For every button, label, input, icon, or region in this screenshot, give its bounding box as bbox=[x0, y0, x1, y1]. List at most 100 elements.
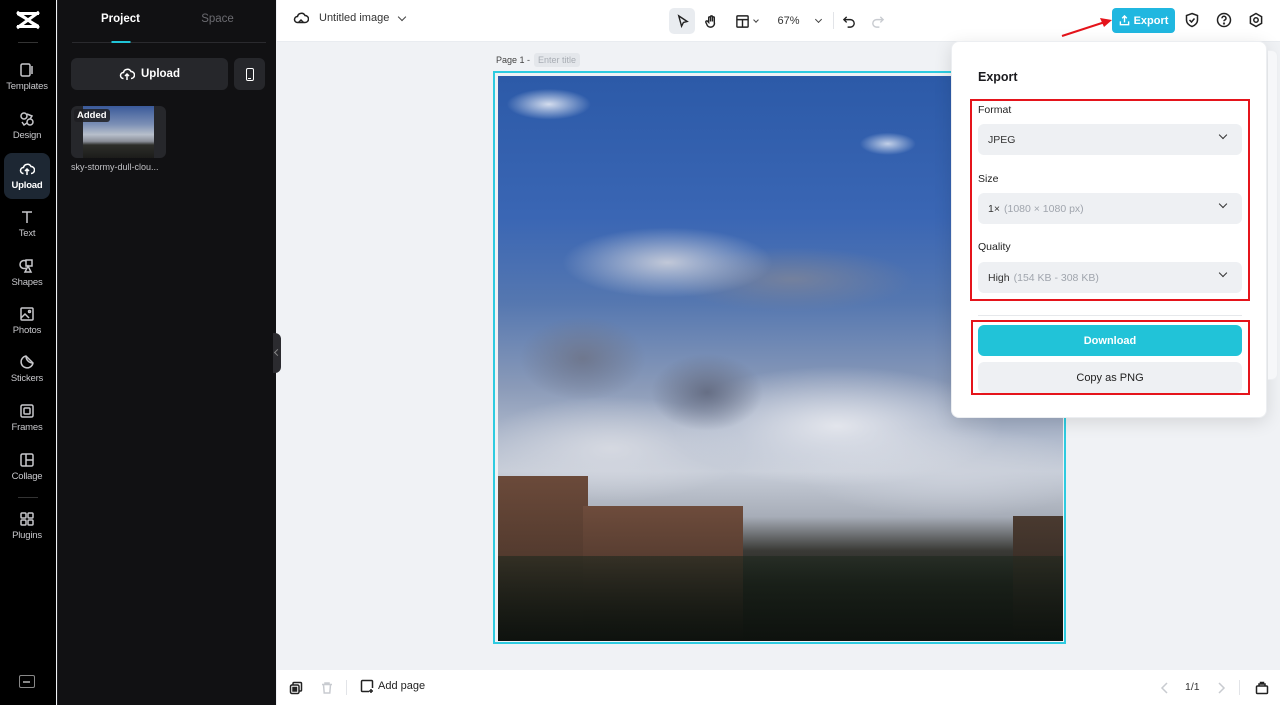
hand-icon bbox=[704, 14, 715, 28]
document-title-dropdown[interactable]: Untitled image bbox=[293, 11, 407, 25]
upload-cloud-icon bbox=[19, 163, 35, 175]
collapse-panel-handle[interactable] bbox=[273, 333, 281, 373]
duplicate-page-button[interactable] bbox=[288, 680, 304, 696]
rail-item-label: Photos bbox=[12, 325, 42, 336]
asset-thumbnail[interactable]: Added bbox=[71, 106, 166, 158]
help-button[interactable] bbox=[1215, 11, 1233, 29]
tab-space[interactable]: Space bbox=[169, 0, 266, 42]
layout-menu-button[interactable] bbox=[731, 8, 761, 34]
size-select[interactable]: 1× (1080 × 1080 px) bbox=[978, 193, 1242, 224]
rail-item-label: Collage bbox=[11, 471, 43, 482]
hand-tool-button[interactable] bbox=[699, 8, 723, 34]
shapes-icon bbox=[19, 259, 33, 273]
select-tool-button[interactable] bbox=[669, 8, 695, 34]
phone-icon bbox=[245, 67, 254, 81]
format-select[interactable]: JPEG bbox=[978, 124, 1242, 155]
quality-label: Quality bbox=[978, 241, 1011, 253]
upload-button[interactable]: Upload bbox=[71, 58, 228, 90]
side-panel: Project Space Upload Added sky-stormy-du… bbox=[57, 0, 276, 705]
upload-from-phone-button[interactable] bbox=[234, 58, 265, 90]
undo-button[interactable] bbox=[838, 8, 860, 34]
rail-item-label: Shapes bbox=[11, 277, 43, 288]
page-title-input[interactable]: Enter title bbox=[534, 53, 581, 67]
export-button[interactable]: Export bbox=[1112, 8, 1175, 33]
chevron-down-icon bbox=[814, 15, 822, 24]
rail-item-collage[interactable]: Collage bbox=[4, 444, 50, 490]
rail-divider bbox=[18, 497, 38, 498]
chevron-left-icon bbox=[1160, 682, 1168, 694]
rail-item-label: Upload bbox=[11, 180, 43, 191]
plugins-icon bbox=[20, 512, 34, 526]
chevron-down-icon bbox=[1218, 130, 1228, 140]
quality-value: High bbox=[988, 271, 1010, 284]
design-icon bbox=[20, 112, 34, 127]
undo-icon bbox=[842, 15, 855, 28]
export-title: Export bbox=[978, 70, 1018, 84]
rail-item-shapes[interactable]: Shapes bbox=[4, 250, 50, 296]
rail-item-label: Stickers bbox=[10, 373, 44, 384]
rail-item-plugins[interactable]: Plugins bbox=[4, 503, 50, 549]
chevron-down-icon bbox=[752, 16, 759, 23]
page-indicator: 1/1 bbox=[1185, 681, 1200, 693]
delete-page-button[interactable] bbox=[319, 680, 335, 696]
annotation-arrow bbox=[1061, 18, 1112, 37]
tab-project[interactable]: Project bbox=[72, 0, 169, 42]
shield-button[interactable] bbox=[1183, 11, 1201, 29]
page-manager-button[interactable] bbox=[1254, 680, 1270, 696]
upload-cloud-icon bbox=[119, 68, 135, 80]
keyboard-shortcuts-icon[interactable] bbox=[19, 675, 35, 688]
format-value: JPEG bbox=[988, 133, 1016, 146]
rail-item-frames[interactable]: Frames bbox=[4, 395, 50, 441]
chevron-down-icon bbox=[1218, 199, 1228, 209]
next-page-button[interactable] bbox=[1213, 680, 1229, 696]
download-button[interactable]: Download bbox=[978, 325, 1242, 356]
share-upload-icon bbox=[1119, 15, 1129, 26]
page-label: Page 1 - Enter title bbox=[496, 53, 581, 67]
asset-filename: sky-stormy-dull-clou... bbox=[71, 162, 159, 172]
bottom-divider bbox=[1239, 680, 1240, 695]
document-title: Untitled image bbox=[319, 12, 390, 24]
redo-button[interactable] bbox=[866, 8, 888, 34]
export-popover: Export Format JPEG Size 1× (1080 × 1080 … bbox=[951, 41, 1278, 418]
rail-item-label: Text bbox=[18, 228, 36, 239]
rail-item-label: Design bbox=[12, 130, 42, 141]
rail-item-templates[interactable]: Templates bbox=[4, 54, 50, 100]
text-icon bbox=[22, 211, 32, 223]
photos-icon bbox=[20, 307, 34, 321]
rail-item-stickers[interactable]: Stickers bbox=[4, 346, 50, 392]
pages-panel-icon bbox=[1255, 681, 1269, 695]
upload-button-label: Upload bbox=[141, 68, 180, 80]
rail-item-photos[interactable]: Photos bbox=[4, 298, 50, 344]
rail-item-design[interactable]: Design bbox=[4, 103, 50, 149]
pointer-icon bbox=[677, 13, 689, 28]
toolbar-divider bbox=[833, 12, 834, 29]
gear-icon bbox=[1249, 12, 1263, 28]
quality-select[interactable]: High (154 KB - 308 KB) bbox=[978, 262, 1242, 293]
rail-item-label: Templates bbox=[6, 81, 48, 92]
rail-divider bbox=[18, 42, 38, 43]
settings-button[interactable] bbox=[1247, 11, 1265, 29]
copy-as-png-button[interactable]: Copy as PNG bbox=[978, 362, 1242, 393]
previous-page-button[interactable] bbox=[1157, 680, 1173, 696]
rail-item-upload[interactable]: Upload bbox=[4, 153, 50, 199]
add-page-icon bbox=[360, 679, 374, 693]
quality-detail: (154 KB - 308 KB) bbox=[1013, 271, 1099, 284]
chevron-down-icon bbox=[1218, 268, 1228, 278]
redo-icon bbox=[871, 15, 884, 28]
shield-check-icon bbox=[1185, 12, 1199, 28]
app: Templates Design Upload Text Shapes Phot… bbox=[0, 0, 1280, 705]
rail-item-label: Plugins bbox=[12, 530, 42, 541]
layout-icon bbox=[735, 14, 749, 28]
rail-item-text[interactable]: Text bbox=[4, 201, 50, 247]
capcut-logo-icon[interactable] bbox=[14, 9, 42, 31]
size-value: 1× bbox=[988, 202, 1000, 215]
zoom-dropdown[interactable]: 67% bbox=[771, 8, 827, 34]
cloud-sync-icon bbox=[293, 12, 309, 24]
chevron-down-icon bbox=[398, 12, 407, 21]
trash-icon bbox=[322, 682, 332, 694]
bottom-bar: Add page 1/1 bbox=[277, 670, 1280, 705]
panel-tabs: Project Space bbox=[72, 0, 266, 43]
add-page-button[interactable]: Add page bbox=[360, 679, 425, 693]
format-label: Format bbox=[978, 104, 1012, 116]
popover-shadow-panel bbox=[1268, 50, 1278, 380]
